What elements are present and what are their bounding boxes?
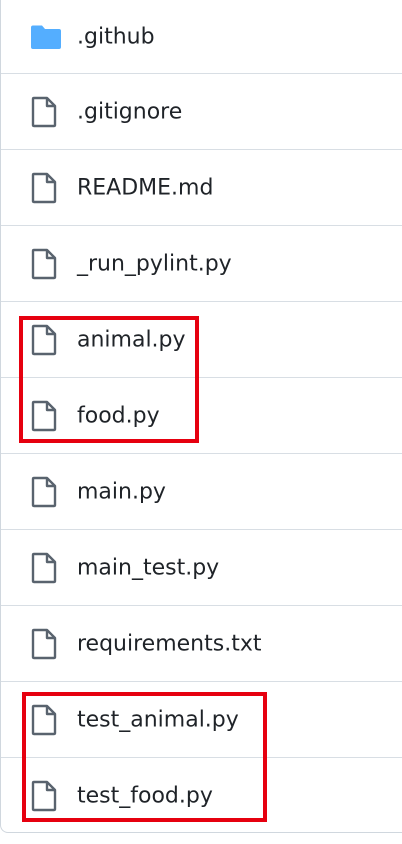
file-name[interactable]: food.py [77,403,160,428]
file-row-animal[interactable]: animal.py [1,302,402,378]
file-name[interactable]: main.py [77,479,166,504]
file-row-requirements[interactable]: requirements.txt [1,606,402,682]
file-name[interactable]: test_animal.py [77,707,239,732]
file-icon [30,628,58,660]
file-name[interactable]: .github [77,24,155,49]
file-row-test-animal[interactable]: test_animal.py [1,682,402,758]
file-row-food[interactable]: food.py [1,378,402,454]
file-icon [30,172,58,204]
file-name[interactable]: requirements.txt [77,631,261,656]
file-name[interactable]: test_food.py [77,784,213,809]
file-icon [30,704,58,736]
file-row-run-pylint[interactable]: _run_pylint.py [1,226,402,302]
file-icon [30,324,58,356]
file-name[interactable]: main_test.py [77,555,219,580]
file-icon [30,400,58,432]
file-icon [30,476,58,508]
file-row-readme[interactable]: README.md [1,150,402,226]
file-icon [30,96,58,128]
file-icon [30,552,58,584]
folder-icon [30,21,62,53]
file-icon [30,780,58,812]
file-list: .github .gitignore README.md _run_pylint… [0,0,402,833]
file-name[interactable]: _run_pylint.py [77,251,232,276]
file-name[interactable]: .gitignore [77,99,182,124]
file-row-main-test[interactable]: main_test.py [1,530,402,606]
file-row-test-food[interactable]: test_food.py [1,758,402,834]
file-name[interactable]: animal.py [77,327,186,352]
file-name[interactable]: README.md [77,175,213,200]
file-icon [30,248,58,280]
file-row-main[interactable]: main.py [1,454,402,530]
file-row-gitignore[interactable]: .gitignore [1,74,402,150]
folder-row-github[interactable]: .github [1,0,402,74]
